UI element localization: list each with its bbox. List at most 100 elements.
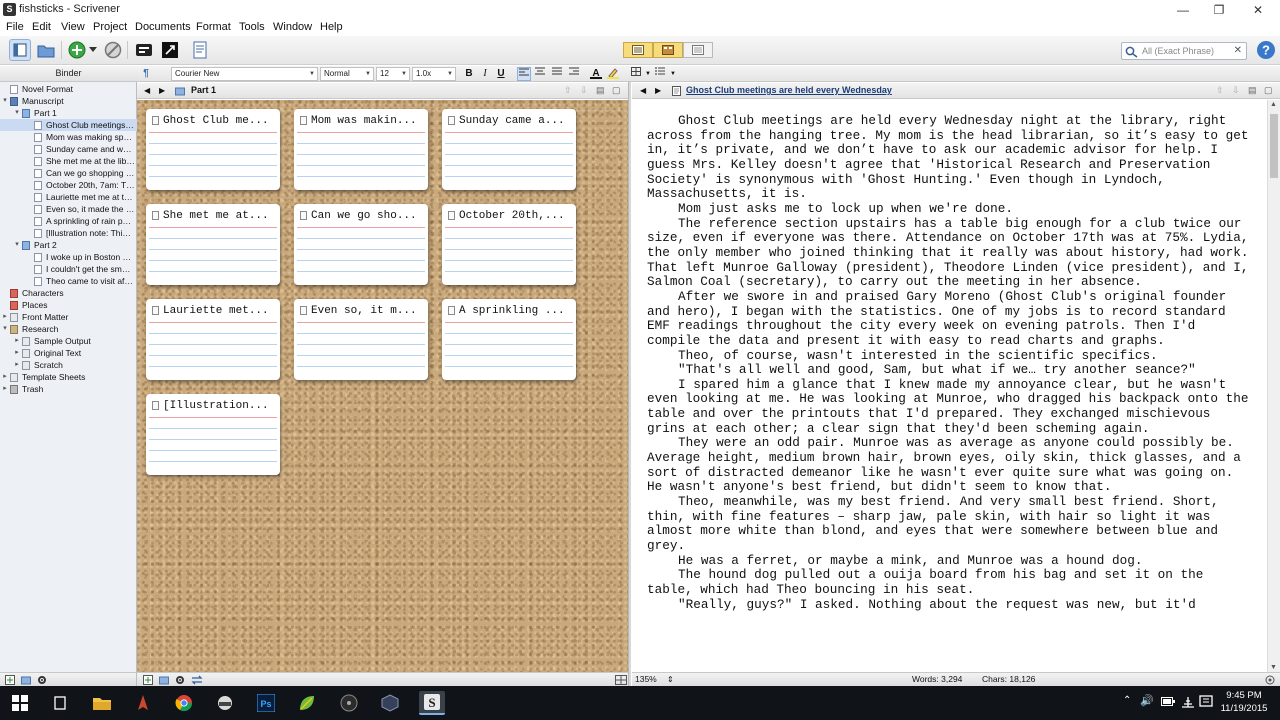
chevron-down-icon[interactable]: ▾ bbox=[1, 323, 9, 335]
taskbar-app-helmet[interactable] bbox=[212, 691, 238, 715]
chevron-down-icon[interactable]: ▾ bbox=[13, 239, 21, 251]
bold-button[interactable]: B bbox=[462, 67, 476, 81]
underline-button[interactable]: U bbox=[494, 67, 508, 81]
document-title[interactable]: Ghost Club meetings are held every Wedne… bbox=[686, 83, 892, 98]
chevron-right-icon[interactable]: ▸ bbox=[13, 359, 21, 371]
minimize-button[interactable]: — bbox=[1163, 0, 1203, 20]
close-button[interactable]: ✕ bbox=[1238, 0, 1278, 20]
inspector-button[interactable] bbox=[189, 39, 211, 61]
menu-edit[interactable]: Edit bbox=[32, 21, 51, 33]
collections-button[interactable] bbox=[35, 39, 57, 61]
menu-window[interactable]: Window bbox=[273, 21, 312, 33]
add-menu-dropdown[interactable] bbox=[87, 39, 99, 61]
menu-tools[interactable]: Tools bbox=[239, 21, 265, 33]
binder-item[interactable]: ▸ Original Text bbox=[0, 347, 137, 359]
binder-item[interactable]: [Illustration note: This p... bbox=[0, 227, 137, 239]
scrollbar-thumb[interactable] bbox=[1270, 114, 1278, 178]
add-folder-icon[interactable] bbox=[21, 675, 31, 685]
align-justify-button[interactable] bbox=[550, 67, 564, 81]
align-left-button[interactable] bbox=[517, 67, 531, 81]
grid-view-icon[interactable] bbox=[615, 675, 627, 685]
back-arrow-icon[interactable]: ◀ bbox=[640, 83, 646, 98]
italic-button[interactable]: I bbox=[478, 67, 492, 81]
up-arrow-icon[interactable]: ⇧ bbox=[1216, 83, 1224, 98]
binder-item[interactable]: I woke up in Boston Gen... bbox=[0, 251, 137, 263]
index-card[interactable]: Even so, it m... bbox=[294, 299, 428, 380]
battery-icon[interactable] bbox=[1161, 697, 1175, 707]
taskbar-scrivener[interactable]: S bbox=[419, 691, 445, 715]
taskbar-chrome[interactable] bbox=[171, 691, 197, 715]
index-card[interactable]: Lauriette met... bbox=[146, 299, 280, 380]
volume-icon[interactable]: 🔊 bbox=[1140, 694, 1154, 707]
menu-view[interactable]: View bbox=[61, 21, 85, 33]
editor-scrollbar[interactable]: ▲ ▼ bbox=[1267, 100, 1280, 672]
paragraph[interactable]: "That's all well and good, Sam, but what… bbox=[647, 362, 1252, 378]
highlight-button[interactable] bbox=[606, 67, 620, 81]
view-scrivenings-button[interactable] bbox=[623, 42, 653, 58]
index-card[interactable]: Ghost Club me... bbox=[146, 109, 280, 190]
binder-item[interactable]: ▾ Part 1 bbox=[0, 107, 137, 119]
gear-icon[interactable] bbox=[175, 675, 185, 685]
index-card[interactable]: She met me at... bbox=[146, 204, 280, 285]
compile-button[interactable] bbox=[133, 39, 155, 61]
paragraph[interactable]: Theo, meanwhile, was my best friend. And… bbox=[647, 494, 1252, 554]
binder-item[interactable]: Ghost Club meetings are... bbox=[0, 119, 137, 131]
up-arrow-icon[interactable]: ⇧ bbox=[564, 83, 572, 98]
binder-item[interactable]: Theo came to visit after ... bbox=[0, 275, 137, 287]
split-editor-icon[interactable]: ▤ bbox=[596, 83, 605, 98]
view-outliner-button[interactable] bbox=[683, 42, 713, 58]
notification-icon[interactable] bbox=[1199, 695, 1213, 709]
chevron-right-icon[interactable]: ▸ bbox=[1, 371, 9, 383]
font-size-select[interactable]: 12 bbox=[376, 67, 410, 81]
view-corkboard-button[interactable] bbox=[653, 42, 683, 58]
paragraph[interactable]: He was a ferret, or maybe a mink, and Mu… bbox=[647, 553, 1252, 569]
binder-item[interactable]: ▸ Trash bbox=[0, 383, 137, 395]
binder-item[interactable]: ▸ Front Matter bbox=[0, 311, 137, 323]
taskbar-file-explorer[interactable] bbox=[89, 691, 115, 715]
index-card[interactable]: [Illustration... bbox=[146, 394, 280, 475]
split-editor-icon[interactable]: ▤ bbox=[1248, 83, 1257, 98]
help-button[interactable]: ? bbox=[1254, 38, 1278, 62]
zoom-level[interactable]: 135% bbox=[635, 673, 657, 686]
chevron-right-icon[interactable]: ▸ bbox=[1, 311, 9, 323]
index-card[interactable]: A sprinkling ... bbox=[442, 299, 576, 380]
chevron-right-icon[interactable]: ▸ bbox=[13, 347, 21, 359]
binder-item[interactable]: Can we go shopping to... bbox=[0, 167, 137, 179]
binder-item[interactable]: ▸ Scratch bbox=[0, 359, 137, 371]
document-text[interactable]: Ghost Club meetings are held every Wedne… bbox=[647, 113, 1252, 612]
index-card[interactable]: Sunday came a... bbox=[442, 109, 576, 190]
binder-item[interactable]: Characters bbox=[0, 287, 137, 299]
taskbar-app-disc[interactable] bbox=[336, 691, 362, 715]
taskbar-photoshop[interactable]: Ps bbox=[253, 691, 279, 715]
down-arrow-icon[interactable]: ⇩ bbox=[1232, 83, 1240, 98]
network-icon[interactable] bbox=[1181, 695, 1195, 709]
binder-item[interactable]: She met me at the librar... bbox=[0, 155, 137, 167]
zoom-stepper-icon[interactable]: ⇕ bbox=[667, 673, 674, 686]
binder-item[interactable]: ▾ Part 2 bbox=[0, 239, 137, 251]
binder-item[interactable]: October 20th, 7am: The... bbox=[0, 179, 137, 191]
binder-item[interactable]: Sunday came and went l... bbox=[0, 143, 137, 155]
paragraph[interactable]: After we swore in and praised Gary Moren… bbox=[647, 289, 1252, 349]
back-arrow-icon[interactable]: ◀ bbox=[144, 83, 150, 98]
taskbar-app-leaf[interactable] bbox=[294, 691, 320, 715]
binder-toggle-button[interactable] bbox=[9, 39, 31, 61]
binder-item[interactable]: ▾ Research bbox=[0, 323, 137, 335]
add-card-icon[interactable] bbox=[143, 675, 153, 685]
chevron-up-icon[interactable]: ⌃ bbox=[1123, 695, 1131, 706]
binder-item[interactable]: ▸ Template Sheets bbox=[0, 371, 137, 383]
menu-help[interactable]: Help bbox=[320, 21, 343, 33]
add-document-button[interactable] bbox=[66, 39, 88, 61]
scroll-up-icon[interactable]: ▲ bbox=[1270, 101, 1277, 108]
font-style-select[interactable]: Normal bbox=[320, 67, 374, 81]
paragraph[interactable]: Mom just asks me to lock up when we're d… bbox=[647, 201, 1252, 217]
paragraph[interactable]: They were an odd pair. Munroe was as ave… bbox=[647, 436, 1252, 495]
forward-arrow-icon[interactable]: ▶ bbox=[159, 83, 165, 98]
index-card[interactable]: Mom was makin... bbox=[294, 109, 428, 190]
binder-item[interactable]: A sprinkling of rain pulle... bbox=[0, 215, 137, 227]
taskbar-app-cube[interactable] bbox=[377, 691, 403, 715]
paragraph[interactable]: The reference section upstairs has a tab… bbox=[647, 216, 1252, 290]
line-spacing-select[interactable]: 1.0x bbox=[412, 67, 456, 81]
taskbar-app-pen[interactable] bbox=[130, 691, 156, 715]
composition-mode-button[interactable] bbox=[159, 39, 181, 61]
font-family-select[interactable]: Courier New bbox=[171, 67, 318, 81]
